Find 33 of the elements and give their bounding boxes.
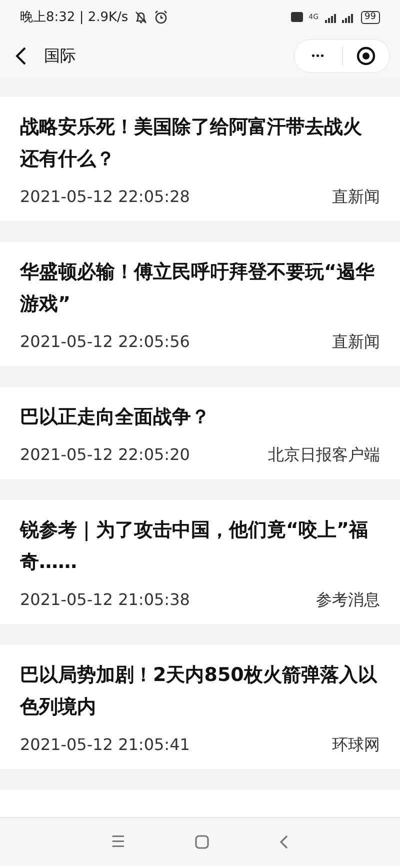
- battery-indicator: 99: [360, 10, 380, 24]
- news-card[interactable]: 巴以正走向全面战争？ 2021-05-12 22:05:20 北京日报客户端: [0, 387, 400, 479]
- news-source: 直新闻: [332, 331, 380, 353]
- news-source: 北京日报客户端: [268, 444, 380, 466]
- news-title: 巴以局势加剧！2天内850枚火箭弹落入以色列境内: [20, 663, 378, 720]
- news-title: 巴以正走向全面战争？: [20, 405, 211, 430]
- news-card[interactable]: 战略安乐死！美国除了给阿富汗带去战火还有什么？ 2021-05-12 22:05:28 直新闻: [0, 97, 400, 221]
- news-card[interactable]: 巴以局势加剧！2天内850枚火箭弹落入以色列境内 2021-05-12 21:05:41 环球网: [0, 645, 400, 769]
- home-button[interactable]: [195, 835, 209, 849]
- hd-icon: [290, 12, 303, 22]
- news-time: 2021-05-12 21:05:41: [20, 734, 190, 756]
- back-icon[interactable]: [14, 47, 28, 65]
- news-title: 华盛顿必输！傅立民呼吁拜登不要玩“遏华游戏”: [20, 260, 376, 317]
- news-time: 2021-05-12 22:05:28: [20, 186, 190, 208]
- news-time: 2021-05-12 22:05:56: [20, 331, 190, 353]
- news-source: 参考消息: [316, 589, 380, 611]
- news-source: 直新闻: [332, 186, 380, 208]
- news-time: 2021-05-12 21:05:38: [20, 589, 190, 611]
- alarm-icon: [154, 10, 168, 24]
- news-card[interactable]: 华盛顿必输！傅立民呼吁拜登不要玩“遏华游戏” 2021-05-12 22:05:56 直新闻: [0, 242, 400, 366]
- back-button[interactable]: [279, 835, 289, 849]
- news-time: 2021-05-12 22:05:20: [20, 444, 190, 466]
- more-button[interactable]: •••: [295, 40, 342, 72]
- target-icon: [356, 46, 376, 66]
- bell-off-icon: [134, 10, 148, 24]
- news-title: 战略安乐死！美国除了给阿富汗带去战火还有什么？: [20, 115, 363, 172]
- menu-button[interactable]: ☰: [111, 832, 125, 852]
- news-title: 锐参考｜为了攻击中国，他们竟“咬上”福奇……: [20, 518, 369, 575]
- news-source: 环球网: [332, 734, 380, 756]
- status-time: 晚上8:32 | 2.9K/s: [20, 9, 128, 26]
- news-card[interactable]: 锐参考｜为了攻击中国，他们竟“咬上”福奇…… 2021-05-12 21:05:38 参考消息: [0, 500, 400, 624]
- signal-icon: [324, 12, 355, 22]
- page-title: 国际: [44, 46, 77, 66]
